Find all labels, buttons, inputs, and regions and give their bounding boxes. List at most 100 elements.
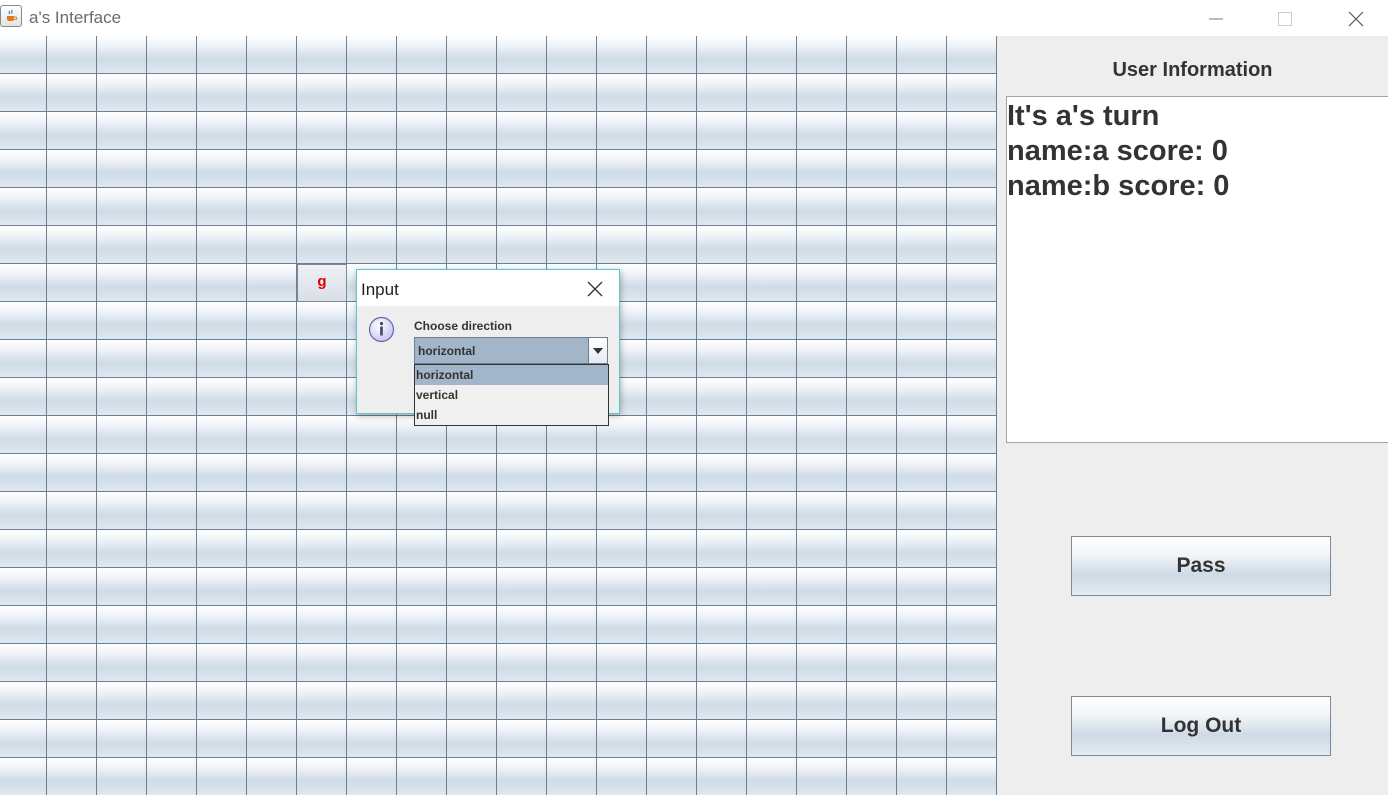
board-tile[interactable] [897,188,947,226]
board-tile[interactable] [397,74,447,112]
logout-button[interactable]: Log Out [1071,696,1331,756]
board-tile[interactable] [0,720,47,758]
dialog-title-bar[interactable]: Input [357,270,619,306]
board-tile[interactable] [47,454,97,492]
board-tile[interactable] [0,454,47,492]
board-tile[interactable] [147,682,197,720]
board-tile[interactable] [297,150,347,188]
board-tile[interactable] [297,36,347,74]
board-tile[interactable] [747,112,797,150]
board-tile[interactable] [897,530,947,568]
board-tile[interactable] [47,226,97,264]
board-tile[interactable] [147,644,197,682]
board-tile[interactable] [947,112,997,150]
board-tile[interactable] [697,720,747,758]
board-tile[interactable] [47,720,97,758]
board-tile[interactable] [947,606,997,644]
board-tile[interactable] [897,150,947,188]
board-tile[interactable] [897,378,947,416]
board-tile[interactable] [97,340,147,378]
board-tile[interactable] [797,454,847,492]
board-tile[interactable] [297,758,347,795]
board-tile[interactable] [947,36,997,74]
board-tile[interactable] [597,530,647,568]
board-tile[interactable] [347,606,397,644]
board-tile[interactable] [947,682,997,720]
board-tile[interactable] [97,644,147,682]
board-tile[interactable] [397,758,447,795]
board-tile[interactable] [97,682,147,720]
board-tile[interactable] [747,606,797,644]
board-tile[interactable] [197,416,247,454]
board-tile[interactable] [747,378,797,416]
board-tile[interactable] [347,36,397,74]
board-tile[interactable] [647,74,697,112]
board-tile[interactable] [447,492,497,530]
board-tile[interactable] [197,74,247,112]
board-tile[interactable] [0,758,47,795]
board-tile[interactable] [897,454,947,492]
board-tile[interactable] [947,720,997,758]
board-tile[interactable] [47,644,97,682]
board-tile[interactable] [847,188,897,226]
board-tile[interactable] [847,150,897,188]
board-tile[interactable] [497,492,547,530]
board-tile[interactable] [797,112,847,150]
board-tile[interactable] [497,530,547,568]
board-tile[interactable] [597,682,647,720]
board-tile[interactable] [647,568,697,606]
board-tile[interactable] [847,302,897,340]
board-tile[interactable] [447,568,497,606]
board-tile[interactable] [0,36,47,74]
board-tile[interactable] [347,682,397,720]
board-tile[interactable] [0,340,47,378]
board-tile[interactable] [897,568,947,606]
board-tile[interactable] [797,36,847,74]
board-tile[interactable] [497,606,547,644]
board-tile[interactable] [747,568,797,606]
board-tile[interactable] [547,492,597,530]
board-tile[interactable] [97,530,147,568]
board-tile[interactable] [197,340,247,378]
board-tile[interactable] [147,416,197,454]
board-tile[interactable] [247,644,297,682]
board-tile[interactable] [547,188,597,226]
board-tile[interactable] [397,150,447,188]
board-tile[interactable] [697,378,747,416]
board-tile[interactable] [297,340,347,378]
board-tile[interactable] [47,568,97,606]
board-tile[interactable] [0,302,47,340]
board-tile[interactable] [797,568,847,606]
board-tile[interactable] [797,682,847,720]
board-tile[interactable] [447,682,497,720]
board-tile[interactable] [397,606,447,644]
board-tile[interactable] [247,720,297,758]
board-tile[interactable] [847,758,897,795]
board-tile[interactable] [797,264,847,302]
board-tile[interactable] [697,302,747,340]
board-tile[interactable] [147,150,197,188]
board-tile[interactable] [847,74,897,112]
board-tile[interactable] [597,492,647,530]
board-tile[interactable] [47,302,97,340]
board-tile[interactable] [947,416,997,454]
board-tile[interactable] [447,720,497,758]
board-tile[interactable] [97,758,147,795]
board-tile[interactable] [697,264,747,302]
board-tile[interactable] [397,568,447,606]
board-tile[interactable] [347,644,397,682]
board-tile[interactable] [247,264,297,302]
board-tile[interactable] [947,264,997,302]
board-tile[interactable] [397,454,447,492]
board-tile[interactable] [447,226,497,264]
board-tile[interactable] [47,492,97,530]
board-tile[interactable] [97,188,147,226]
board-tile[interactable] [247,378,297,416]
board-tile[interactable] [547,74,597,112]
board-tile[interactable] [797,758,847,795]
board-tile[interactable] [697,492,747,530]
board-tile[interactable] [247,682,297,720]
board-tile[interactable] [897,492,947,530]
board-tile[interactable] [47,606,97,644]
board-tile[interactable] [947,568,997,606]
